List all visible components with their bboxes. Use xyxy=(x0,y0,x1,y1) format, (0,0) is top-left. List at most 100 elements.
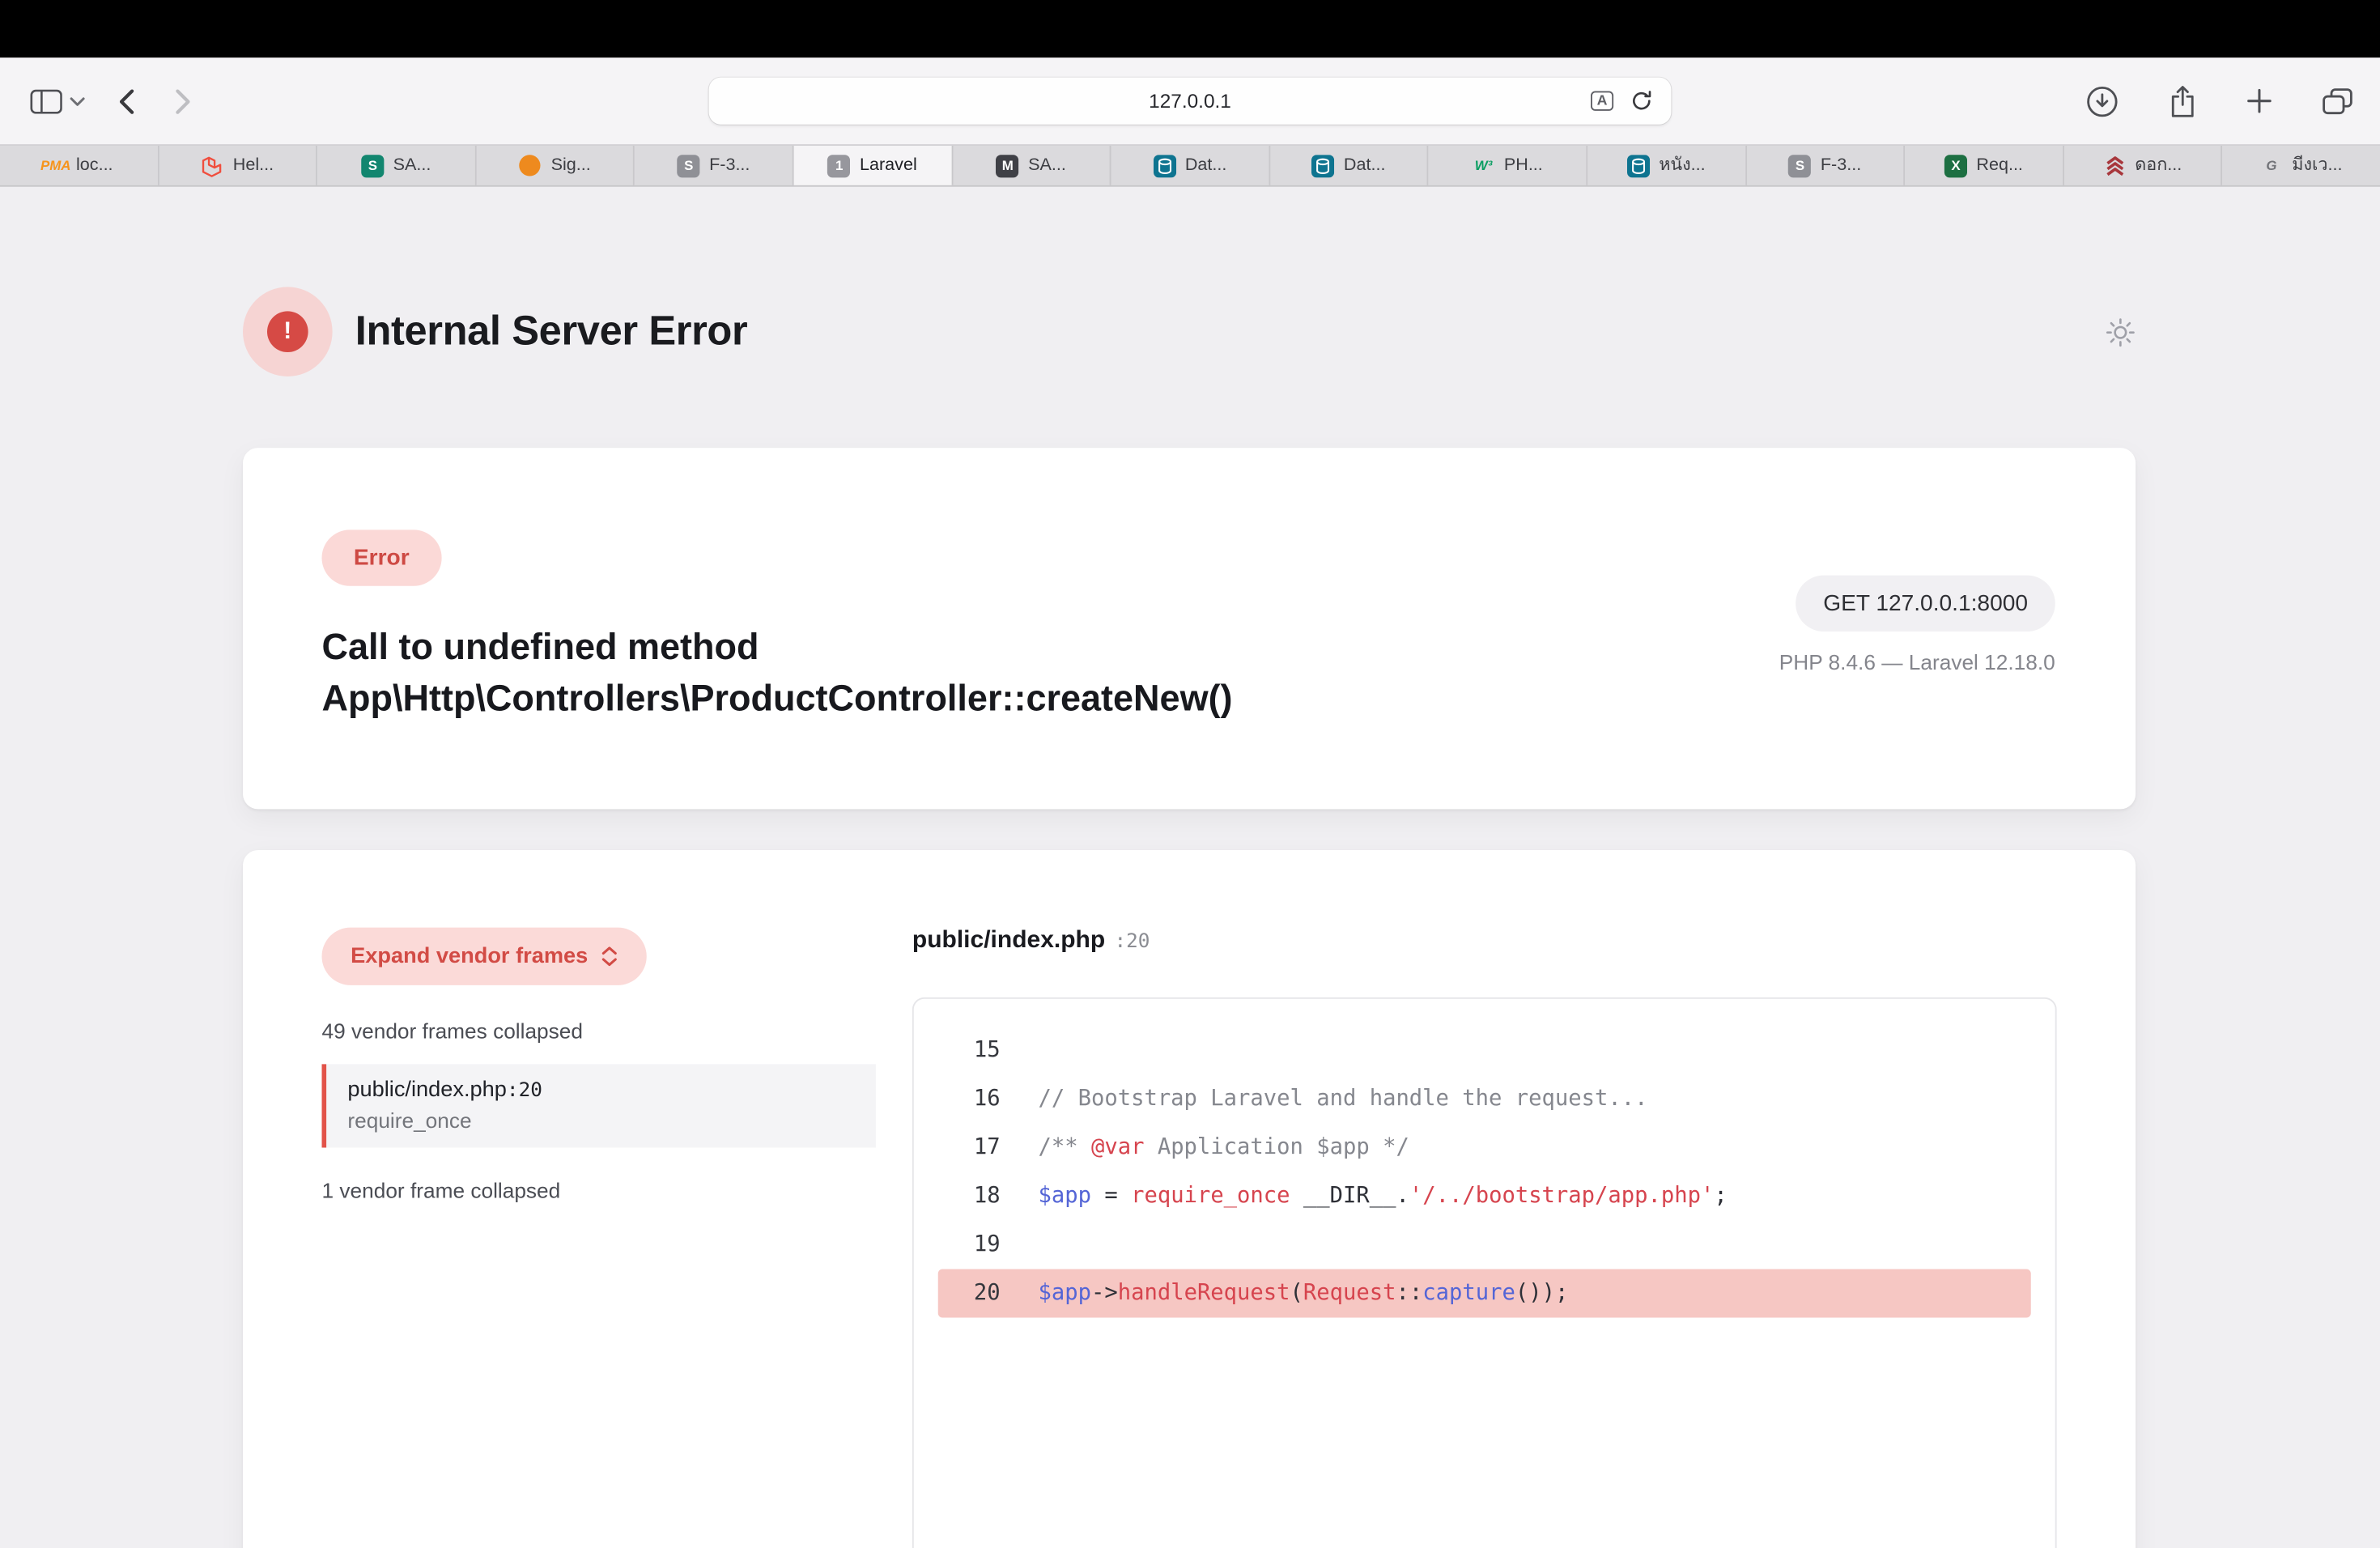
error-status-icon: ! xyxy=(243,287,333,376)
reload-icon xyxy=(1630,90,1653,113)
tab-label: SA... xyxy=(1028,156,1066,175)
error-badge: Error xyxy=(322,529,442,585)
code-line-text: // Bootstrap Laravel and handle the requ… xyxy=(1039,1087,1648,1112)
browser-tab[interactable]: G มีงเว... xyxy=(2223,146,2380,185)
browser-tab[interactable]: หนัง... xyxy=(1587,146,1746,185)
page-header: ! Internal Server Error xyxy=(243,287,2136,376)
tab-label: F-3... xyxy=(709,156,750,175)
sun-icon xyxy=(2106,317,2136,347)
stack-frames-column: Expand vendor frames 49 vendor frames co… xyxy=(322,928,912,1548)
browser-tab[interactable]: S F-3... xyxy=(1746,146,1905,185)
browser-tab[interactable]: PMA loc... xyxy=(0,146,159,185)
theme-toggle-button[interactable] xyxy=(2106,317,2136,347)
tab-label: PH... xyxy=(1504,156,1543,175)
code-line-number: 17 xyxy=(938,1136,1001,1160)
tab-label: Sig... xyxy=(551,156,591,175)
code-line-text: $app->handleRequest(Request::capture()); xyxy=(1039,1282,1569,1306)
error-summary-card: Error Call to undefined method App\Http\… xyxy=(243,448,2136,809)
tab-label: Dat... xyxy=(1185,156,1227,175)
g-letter-icon: G xyxy=(2260,154,2283,176)
database-icon xyxy=(1627,154,1650,176)
tab-label: มีงเว... xyxy=(2292,152,2342,180)
code-line: 18 $app = require_once __DIR__.'/../boot… xyxy=(938,1172,2031,1221)
chevrons-icon xyxy=(2103,154,2126,176)
page-title: Internal Server Error xyxy=(355,308,748,355)
expand-vendor-frames-button[interactable]: Expand vendor frames xyxy=(322,928,648,985)
browser-tab[interactable]: S F-3... xyxy=(635,146,793,185)
stack-frame-item[interactable]: public/index.php:20 require_once xyxy=(322,1064,876,1147)
code-line-number: 16 xyxy=(938,1087,1001,1112)
tab-label: Dat... xyxy=(1344,156,1386,175)
toolbar-right-group xyxy=(2085,57,2352,144)
tab-label: ดอก... xyxy=(2135,152,2182,180)
browser-tab[interactable]: Dat... xyxy=(1111,146,1270,185)
s-teal-icon: S xyxy=(361,154,384,176)
code-line-number: 15 xyxy=(938,1039,1001,1063)
environment-versions: PHP 8.4.6 — Laravel 12.18.0 xyxy=(1779,650,2055,674)
excel-icon: X xyxy=(1944,154,1967,176)
share-button[interactable] xyxy=(2169,84,2196,117)
back-button[interactable] xyxy=(118,87,135,115)
translate-icon[interactable]: A xyxy=(1591,91,1613,111)
code-line: 20 $app->handleRequest(Request::capture(… xyxy=(938,1269,2031,1318)
browser-tab[interactable]: Dat... xyxy=(1270,146,1429,185)
s-gray-icon: S xyxy=(1789,154,1812,176)
expand-vendor-frames-label: Expand vendor frames xyxy=(351,944,588,968)
browser-tab[interactable]: M SA... xyxy=(953,146,1111,185)
tab-label: Hel... xyxy=(233,156,274,175)
browser-tab[interactable]: 1 Laravel xyxy=(794,146,953,185)
code-line: 15 xyxy=(938,1027,2031,1075)
stack-frame-file: public/index.php:20 xyxy=(347,1078,854,1102)
menu-bar xyxy=(0,0,2380,57)
database-icon xyxy=(1153,154,1175,176)
sidebar-menu-chevron[interactable] xyxy=(70,96,85,105)
code-line-number: 18 xyxy=(938,1184,1001,1209)
browser-tab[interactable]: X Req... xyxy=(1905,146,2063,185)
tab-bar: PMA loc... Hel... S SA... Sig... S F-3..… xyxy=(0,144,2380,187)
orange-dot-icon xyxy=(519,154,542,176)
new-tab-button[interactable] xyxy=(2246,88,2272,114)
tab-label: loc... xyxy=(76,156,113,175)
code-line: 19 xyxy=(938,1221,2031,1269)
browser-tab[interactable]: S SA... xyxy=(317,146,476,185)
forward-button[interactable] xyxy=(175,87,192,115)
stack-frame-filename: public/index.php xyxy=(347,1078,507,1102)
tab-overview-button[interactable] xyxy=(2323,87,2353,115)
browser-tab[interactable]: W³ PH... xyxy=(1429,146,1587,185)
phpmyadmin-icon: PMA xyxy=(45,154,67,176)
browser-tab[interactable]: Hel... xyxy=(159,146,317,185)
code-line-number: 20 xyxy=(938,1282,1001,1306)
safari-window: 127.0.0.1 A PMA loc... xyxy=(0,0,2380,1548)
code-line-text: $app = require_once __DIR__.'/../bootstr… xyxy=(1039,1184,1728,1209)
error-message: Call to undefined method App\Http\Contro… xyxy=(322,623,1507,726)
tabs-icon xyxy=(2323,87,2353,115)
chevron-up-down-icon xyxy=(601,946,618,967)
w3schools-icon: W³ xyxy=(1472,154,1494,176)
share-icon xyxy=(2169,84,2196,117)
tab-label: Laravel xyxy=(860,156,917,175)
browser-tab[interactable]: ดอก... xyxy=(2063,146,2222,185)
tab-label: F-3... xyxy=(1821,156,1861,175)
sidebar-toggle-button[interactable] xyxy=(31,89,62,113)
stack-frame-method: require_once xyxy=(347,1108,854,1133)
address-bar-icons: A xyxy=(1591,78,1653,125)
tab-label: หนัง... xyxy=(1659,152,1705,180)
laravel-icon xyxy=(201,154,223,176)
code-file-line: :20 xyxy=(1114,930,1150,953)
database-icon xyxy=(1312,154,1335,176)
chevron-right-icon xyxy=(175,87,192,115)
tab-label: Req... xyxy=(1976,156,2023,175)
plus-icon xyxy=(2246,88,2272,114)
browser-tab[interactable]: Sig... xyxy=(476,146,635,185)
stack-frame-line: :20 xyxy=(507,1079,542,1102)
downloads-button[interactable] xyxy=(2085,84,2119,117)
chevron-down-icon xyxy=(70,96,85,105)
code-preview-column: public/index.php:20 15 16 // Bootstrap L… xyxy=(912,928,2057,1548)
browser-toolbar: 127.0.0.1 A xyxy=(0,57,2380,144)
exclamation-icon: ! xyxy=(267,311,308,352)
code-line: 16 // Bootstrap Laravel and handle the r… xyxy=(938,1075,2031,1124)
address-bar[interactable]: 127.0.0.1 A xyxy=(709,78,1672,125)
reload-button[interactable] xyxy=(1630,90,1653,113)
toolbar-left-group xyxy=(31,57,192,144)
stack-trace-card: Expand vendor frames 49 vendor frames co… xyxy=(243,850,2136,1548)
